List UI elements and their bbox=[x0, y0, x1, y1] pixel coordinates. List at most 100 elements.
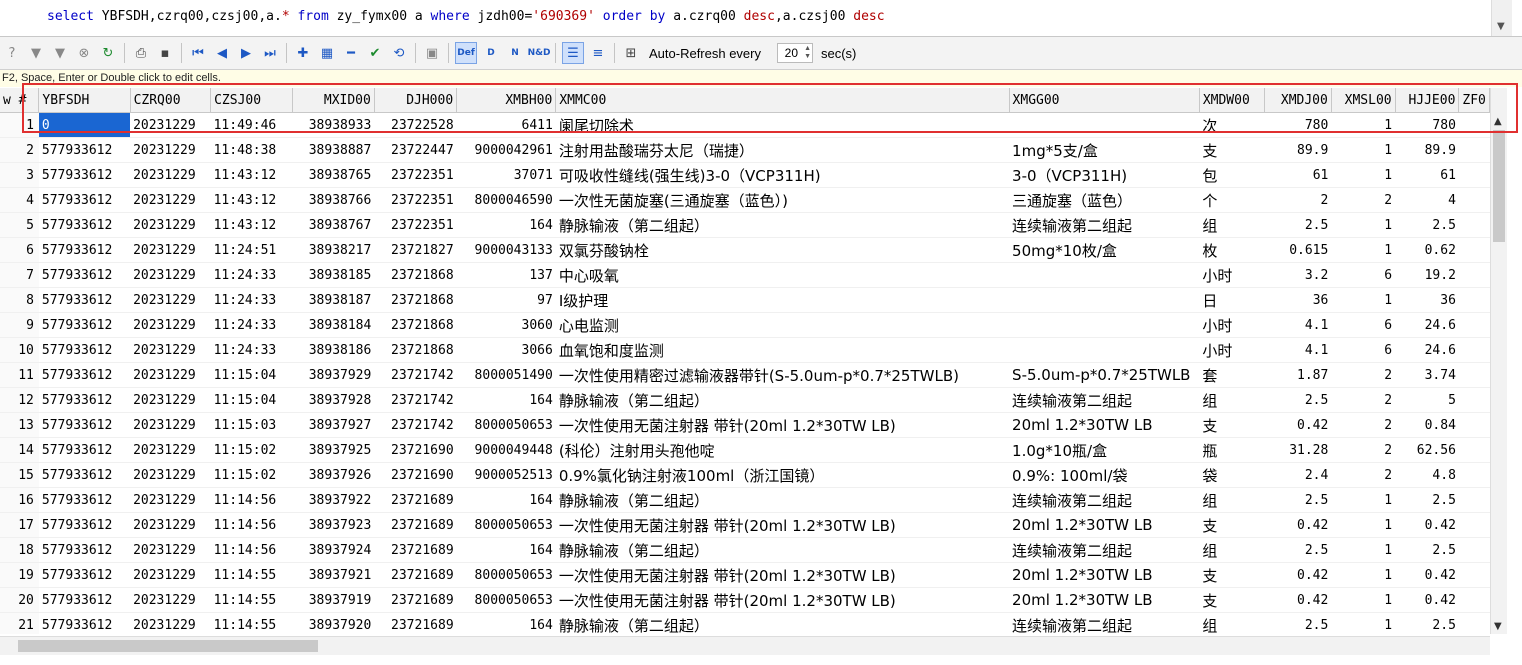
table-cell[interactable]: 23721868 bbox=[374, 312, 457, 338]
table-cell[interactable]: 38937928 bbox=[292, 387, 375, 413]
table-cell[interactable]: 11:15:04 bbox=[210, 362, 293, 388]
table-cell[interactable]: 38938765 bbox=[292, 162, 375, 188]
table-cell[interactable]: 37071 bbox=[456, 162, 556, 188]
table-cell[interactable]: 2 bbox=[1331, 462, 1396, 488]
table-cell[interactable]: 20231229 bbox=[130, 462, 211, 488]
table-cell[interactable]: 20231229 bbox=[130, 412, 211, 438]
table-cell[interactable]: 4.1 bbox=[1264, 337, 1332, 363]
table-cell[interactable]: 0.42 bbox=[1395, 562, 1459, 588]
column-header-xmmc00[interactable]: XMMC00 bbox=[555, 88, 1010, 113]
table-cell[interactable]: 577933612 bbox=[38, 587, 131, 613]
table-cell[interactable]: 9000052513 bbox=[456, 462, 556, 488]
table-row[interactable]: 12 577933612 20231229 11:15:04 38937928 23721… bbox=[0, 387, 1490, 413]
table-row[interactable]: 9 577933612 20231229 11:24:33 38938184 237218… bbox=[0, 312, 1490, 338]
table-cell[interactable]: 连续输液第二组起 bbox=[1009, 487, 1200, 513]
table-cell[interactable]: 组 bbox=[1199, 537, 1265, 563]
table-cell[interactable]: 4.8 bbox=[1395, 462, 1459, 488]
table-cell[interactable]: 组 bbox=[1199, 487, 1265, 513]
table-cell[interactable] bbox=[1458, 112, 1490, 138]
table-cell[interactable]: 23721689 bbox=[374, 537, 457, 563]
column-header-xmdw00[interactable]: XMDW00 bbox=[1199, 88, 1266, 113]
table-cell[interactable]: 套 bbox=[1199, 362, 1265, 388]
table-cell[interactable]: 11:15:02 bbox=[210, 437, 293, 463]
scroll-thumb[interactable] bbox=[1493, 130, 1505, 242]
table-cell[interactable]: 1 bbox=[1331, 587, 1396, 613]
table-cell[interactable]: 2.5 bbox=[1395, 212, 1459, 238]
table-cell[interactable]: 11:15:02 bbox=[210, 462, 293, 488]
table-cell[interactable]: 包 bbox=[1199, 162, 1265, 188]
scroll-down-icon[interactable]: ▼ bbox=[1497, 21, 1505, 32]
table-cell[interactable]: 89.9 bbox=[1395, 137, 1459, 163]
table-cell[interactable]: 11:43:12 bbox=[210, 212, 293, 238]
table-cell[interactable]: 38937919 bbox=[292, 587, 375, 613]
def-mode-button[interactable]: Def bbox=[455, 42, 477, 64]
table-cell[interactable]: 2 bbox=[1331, 187, 1396, 213]
table-cell[interactable]: 袋 bbox=[1199, 462, 1265, 488]
table-cell[interactable]: 20231229 bbox=[130, 362, 211, 388]
table-cell[interactable] bbox=[1458, 237, 1490, 263]
row-number-cell[interactable]: 21 bbox=[0, 612, 39, 634]
table-cell[interactable]: 0.42 bbox=[1395, 587, 1459, 613]
table-cell[interactable]: 小时 bbox=[1199, 312, 1265, 338]
column-header-djh000[interactable]: DJH000 bbox=[374, 88, 458, 113]
table-cell[interactable]: 23721742 bbox=[374, 412, 457, 438]
table-cell[interactable]: 1 bbox=[1331, 162, 1396, 188]
table-cell[interactable]: 577933612 bbox=[38, 312, 131, 338]
table-cell[interactable]: 8000051490 bbox=[456, 362, 556, 388]
table-cell[interactable] bbox=[1458, 287, 1490, 313]
table-cell[interactable]: 24.6 bbox=[1395, 337, 1459, 363]
table-cell[interactable]: 780 bbox=[1264, 112, 1332, 138]
row-number-cell[interactable]: 13 bbox=[0, 412, 39, 438]
table-cell[interactable]: 1 bbox=[1331, 137, 1396, 163]
table-cell[interactable]: 20ml 1.2*30TW LB bbox=[1009, 587, 1200, 613]
table-cell[interactable]: 一次性使用无菌注射器 带针(20ml 1.2*30TW LB) bbox=[555, 587, 1010, 613]
record-view-icon[interactable]: ≡ bbox=[588, 43, 608, 63]
last-record-icon[interactable]: ⏭ bbox=[260, 43, 280, 63]
delete-record-icon[interactable]: ━ bbox=[341, 43, 361, 63]
table-cell[interactable]: 0.42 bbox=[1395, 512, 1459, 538]
table-cell[interactable]: 38938766 bbox=[292, 187, 375, 213]
table-cell[interactable]: 静脉输液（第二组起） bbox=[555, 487, 1010, 513]
table-cell[interactable]: 577933612 bbox=[38, 137, 131, 163]
table-cell[interactable]: 0 bbox=[38, 112, 131, 138]
table-cell[interactable]: 3.2 bbox=[1264, 262, 1332, 288]
table-row[interactable]: 6 577933612 20231229 11:24:51 38938217 237218… bbox=[0, 237, 1490, 263]
table-cell[interactable]: 38938767 bbox=[292, 212, 375, 238]
table-cell[interactable] bbox=[1009, 262, 1200, 288]
table-cell[interactable] bbox=[1458, 437, 1490, 463]
table-cell[interactable]: S-5.0um-p*0.7*25TWLB bbox=[1009, 362, 1200, 388]
table-cell[interactable]: 支 bbox=[1199, 137, 1265, 163]
table-cell[interactable]: 23721689 bbox=[374, 562, 457, 588]
table-cell[interactable]: 9000042961 bbox=[456, 137, 556, 163]
table-cell[interactable]: 577933612 bbox=[38, 537, 131, 563]
table-cell[interactable]: 3066 bbox=[456, 337, 556, 363]
table-cell[interactable]: (科伦）注射用头孢他啶 bbox=[555, 437, 1010, 463]
table-cell[interactable]: 11:15:04 bbox=[210, 387, 293, 413]
table-cell[interactable]: 38938186 bbox=[292, 337, 375, 363]
table-cell[interactable]: 164 bbox=[456, 537, 556, 563]
table-row[interactable]: 10 577933612 20231229 11:24:33 38938186 23721… bbox=[0, 337, 1490, 363]
table-cell[interactable]: 20ml 1.2*30TW LB bbox=[1009, 412, 1200, 438]
table-cell[interactable] bbox=[1458, 187, 1490, 213]
column-header-mxid00[interactable]: MXID00 bbox=[292, 88, 375, 113]
table-cell[interactable] bbox=[1458, 262, 1490, 288]
refresh-icon[interactable]: ↻ bbox=[98, 43, 118, 63]
table-cell[interactable]: 23721690 bbox=[374, 462, 457, 488]
table-cell[interactable]: 静脉输液（第二组起） bbox=[555, 212, 1010, 238]
table-cell[interactable]: 1 bbox=[1331, 562, 1396, 588]
table-cell[interactable]: 8000050653 bbox=[456, 412, 556, 438]
table-cell[interactable]: 20ml 1.2*30TW LB bbox=[1009, 562, 1200, 588]
table-cell[interactable]: 小时 bbox=[1199, 262, 1265, 288]
table-cell[interactable]: 注射用盐酸瑞芬太尼（瑞捷） bbox=[555, 137, 1010, 163]
table-cell[interactable]: 2.5 bbox=[1264, 387, 1332, 413]
table-cell[interactable]: 一次性使用无菌注射器 带针(20ml 1.2*30TW LB) bbox=[555, 512, 1010, 538]
table-cell[interactable]: 2.5 bbox=[1395, 537, 1459, 563]
table-cell[interactable]: 组 bbox=[1199, 212, 1265, 238]
sql-editor-scrollbar[interactable]: ▼ bbox=[1491, 0, 1512, 36]
table-cell[interactable] bbox=[1458, 512, 1490, 538]
table-cell[interactable]: 0.9%氯化钠注射液100ml（浙江国镜） bbox=[555, 462, 1010, 488]
table-cell[interactable]: 2 bbox=[1331, 387, 1396, 413]
table-cell[interactable]: 61 bbox=[1264, 162, 1332, 188]
table-cell[interactable]: 23721689 bbox=[374, 512, 457, 538]
table-cell[interactable]: 577933612 bbox=[38, 262, 131, 288]
